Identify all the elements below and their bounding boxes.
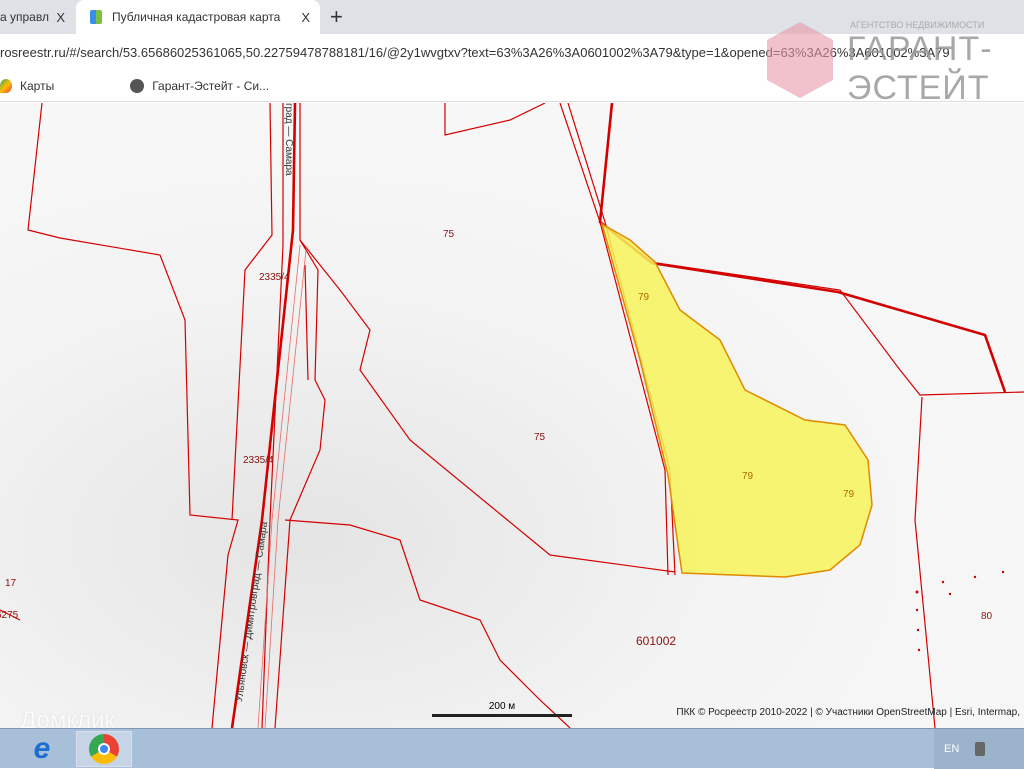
language-indicator[interactable]: EN [944, 743, 959, 755]
tab-inactive[interactable]: а управл X [0, 0, 75, 34]
network-icon[interactable] [975, 742, 986, 756]
rosreestr-favicon-icon [90, 10, 102, 24]
tab-active[interactable]: Публичная кадастровая карта X [76, 0, 320, 34]
system-tray: EN [934, 729, 1024, 769]
scale-label: 200 м [488, 701, 516, 712]
parcel-label[interactable]: 6275 [0, 610, 18, 621]
selected-parcel-label[interactable]: 79 [843, 489, 854, 500]
bookmark-label: Карты [20, 78, 55, 93]
parcel-label[interactable]: 17 [5, 578, 16, 589]
bookmark-garant[interactable]: Гарант-Эстейт - Си... [72, 78, 270, 93]
bookmark-maps[interactable]: Карты [0, 78, 55, 93]
attribution: ПКК © Росреестр 2010-2022 | © Участники … [676, 707, 1020, 718]
scale-line [432, 714, 572, 717]
domclick-watermark: Домклик [20, 707, 116, 728]
internet-explorer-icon: e [33, 732, 51, 765]
globe-icon [130, 78, 145, 93]
selected-parcel-label[interactable]: 79 [638, 292, 649, 303]
url-text: rosreestr.ru/#/search/53.65686025361065,… [0, 44, 950, 60]
maps-icon [0, 78, 12, 93]
scale-bar: 200 м [432, 701, 572, 717]
bookmarks-bar: Карты Гарант-Эстейт - Си... [0, 70, 1024, 102]
cadastral-map[interactable]: 75 2335/4 79 75 2335/4 79 79 17 6275 601… [0, 103, 1024, 728]
parcel-label[interactable]: 2335/4 [259, 272, 290, 283]
road-label-top: град — Самара [283, 103, 294, 176]
parcel-label[interactable]: 2335/4 [243, 455, 274, 466]
new-tab-button[interactable]: + [330, 4, 343, 30]
tab-label: Публичная кадастровая карта [112, 10, 281, 24]
parcel-boundaries [0, 103, 1024, 728]
parcel-label[interactable]: 75 [534, 432, 545, 443]
parcel-label[interactable]: 75 [443, 229, 454, 240]
bookmark-label: Гарант-Эстейт - Си... [152, 78, 270, 93]
quarter-label[interactable]: 601002 [636, 634, 676, 648]
close-tab-icon[interactable]: X [56, 10, 65, 25]
address-bar[interactable]: rosreestr.ru/#/search/53.65686025361065,… [0, 34, 1024, 70]
selected-parcel-label[interactable]: 79 [742, 471, 753, 482]
internet-explorer-button[interactable]: e [14, 731, 70, 767]
parcel-label[interactable]: 80 [981, 611, 992, 622]
tab-label: а управл [0, 10, 49, 24]
chrome-icon [89, 734, 119, 764]
taskbar: e EN [0, 728, 1024, 769]
close-tab-icon[interactable]: X [301, 10, 310, 25]
tab-bar: а управл X Публичная кадастровая карта X + [0, 0, 1024, 34]
chrome-button[interactable] [76, 731, 132, 767]
